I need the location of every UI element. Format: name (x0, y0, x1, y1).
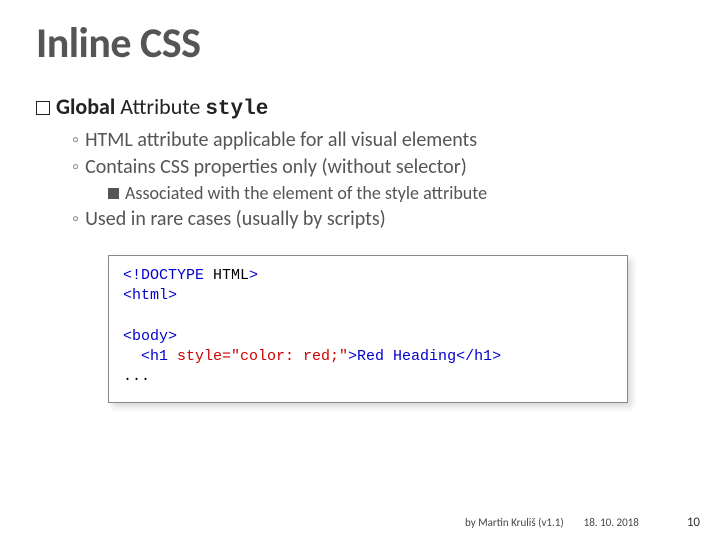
diamond-bullet-icon: ◦ (72, 207, 79, 231)
footer-author: by Martin Kruliš (v1.1) (465, 516, 564, 529)
diamond-bullet-icon: ◦ (72, 128, 79, 152)
subsub1-text: Associated with the element of the style… (125, 182, 487, 204)
code-kw: >Red Heading</h1> (348, 348, 501, 365)
slide-footer: by Martin Kruliš (v1.1) 18. 10. 2018 10 (465, 515, 700, 530)
code-attr: style="color: red;" (177, 348, 348, 365)
sub-bullet-1: ◦HTML attribute applicable for all visua… (72, 127, 684, 154)
code-line: ... (123, 367, 613, 387)
sub-bullet-2: ◦Contains CSS properties only (without s… (72, 154, 684, 181)
footer-page-number: 10 (687, 515, 700, 530)
code-line (123, 307, 613, 327)
code-kw: <h1 (123, 348, 177, 365)
code-example-box: <!DOCTYPE HTML> <html> <body> <h1 style=… (108, 255, 628, 403)
footer-date: 18. 10. 2018 (584, 516, 639, 529)
code-line: <h1 style="color: red;">Red Heading</h1> (123, 347, 613, 367)
bullet-main: Global Attribute style (36, 93, 684, 121)
code-kw: <body> (123, 328, 177, 345)
main-label-rest: Attribute (115, 93, 205, 120)
square-bullet-icon (36, 101, 50, 115)
code-line: <body> (123, 327, 613, 347)
code-line: <html> (123, 286, 613, 306)
filled-square-bullet-icon (108, 188, 119, 199)
sub-bullet-3: ◦Used in rare cases (usually by scripts) (72, 206, 684, 233)
code-kw: <!DOCTYPE (123, 267, 213, 284)
code-text: HTML (213, 267, 249, 284)
code-kw: <html> (123, 287, 177, 304)
sub2-text: Contains CSS properties only (without se… (85, 155, 467, 179)
code-kw: > (249, 267, 258, 284)
code-text: ... (123, 368, 150, 385)
code-line: <!DOCTYPE HTML> (123, 266, 613, 286)
diamond-bullet-icon: ◦ (72, 155, 79, 179)
slide-title: Inline CSS (36, 18, 684, 69)
main-label-code: style (205, 98, 268, 121)
main-label-prefix: Global (56, 93, 115, 120)
subsub-bullet-1: Associated with the element of the style… (108, 181, 684, 206)
sub1-text: HTML attribute applicable for all visual… (85, 128, 477, 152)
sub3-text: Used in rare cases (usually by scripts) (85, 207, 386, 231)
